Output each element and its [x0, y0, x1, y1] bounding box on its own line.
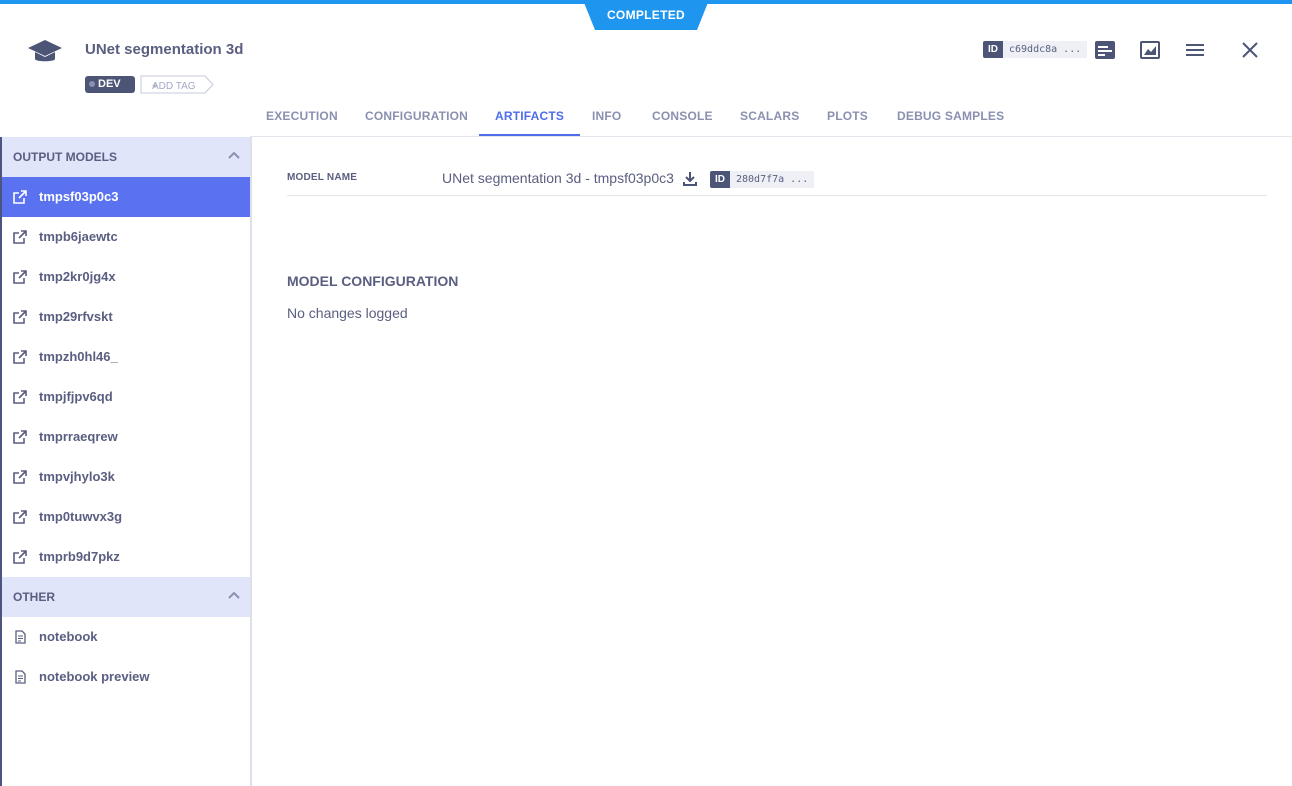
row-divider [287, 195, 1267, 196]
document-icon [15, 630, 26, 644]
tag-dev[interactable]: DEV [85, 76, 135, 93]
external-link-icon [13, 270, 27, 284]
sidebar-item-model[interactable]: tmpzh0hl46_ [2, 337, 250, 377]
external-link-icon [13, 230, 27, 244]
tab-scalars[interactable]: SCALARS [740, 102, 799, 136]
tab-configuration[interactable]: CONFIGURATION [365, 102, 468, 136]
model-name-label: MODEL NAME [287, 172, 358, 183]
task-id-badge[interactable]: ID c69ddc8a ... [983, 41, 1088, 58]
model-configuration-title: MODEL CONFIGURATION [287, 273, 459, 289]
tab-console[interactable]: CONSOLE [652, 102, 713, 136]
sidebar-item-model[interactable]: tmpb6jaewtc [2, 217, 250, 257]
chevron-up-icon [228, 151, 240, 159]
section-header-other[interactable]: OTHER [2, 577, 250, 617]
model-name-link[interactable]: UNet segmentation 3d - tmpsf03p0c3 [442, 170, 674, 186]
external-link-icon [13, 550, 27, 564]
sidebar-item-model[interactable]: tmp2kr0jg4x [2, 257, 250, 297]
document-icon [15, 670, 26, 684]
external-link-icon [13, 510, 27, 524]
tabs-divider [250, 136, 1292, 137]
tab-debug-samples[interactable]: DEBUG SAMPLES [897, 102, 1004, 136]
sidebar-item-model[interactable]: tmprraeqrew [2, 417, 250, 457]
menu-icon[interactable] [1183, 38, 1207, 62]
sidebar-item-model[interactable]: tmprb9d7pkz [2, 537, 250, 577]
external-link-icon [13, 470, 27, 484]
tab-execution[interactable]: EXECUTION [266, 102, 338, 136]
tab-info[interactable]: INFO [592, 102, 621, 136]
external-link-icon [13, 310, 27, 324]
artifacts-sidebar: OUTPUT MODELS tmpsf03p0c3 tmpb6jaewtc tm… [0, 137, 252, 786]
model-id-badge[interactable]: ID 280d7f7a ... [710, 171, 815, 188]
details-icon[interactable] [1093, 38, 1117, 62]
sidebar-item-notebook-preview[interactable]: notebook preview [2, 657, 250, 697]
status-badge: COMPLETED [583, 0, 709, 30]
sidebar-item-model[interactable]: tmp0tuwvx3g [2, 497, 250, 537]
external-link-icon [13, 350, 27, 364]
chevron-up-icon [228, 591, 240, 599]
sidebar-item-model[interactable]: tmpjfjpv6qd [2, 377, 250, 417]
close-icon[interactable] [1238, 38, 1262, 62]
sidebar-item-model[interactable]: tmp29rfvskt [2, 297, 250, 337]
section-header-output-models[interactable]: OUTPUT MODELS [2, 137, 250, 177]
external-link-icon [13, 190, 27, 204]
model-configuration-text: No changes logged [287, 305, 408, 321]
external-link-icon [13, 390, 27, 404]
add-tag-button[interactable]: + ADD TAG [140, 75, 215, 94]
tab-plots[interactable]: PLOTS [827, 102, 868, 136]
download-icon[interactable] [682, 171, 698, 187]
status-label: COMPLETED [606, 8, 686, 22]
sidebar-item-notebook[interactable]: notebook [2, 617, 250, 657]
page-title: UNet segmentation 3d [85, 41, 244, 58]
tab-artifacts[interactable]: ARTIFACTS [479, 102, 581, 136]
graduation-cap-icon [27, 36, 63, 66]
external-link-icon [13, 430, 27, 444]
sidebar-item-model[interactable]: tmpsf03p0c3 [2, 177, 250, 217]
sidebar-item-model[interactable]: tmpvjhylo3k [2, 457, 250, 497]
task-details-panel: COMPLETED UNet segmentation 3d DEV + ADD… [0, 0, 1292, 786]
chart-icon[interactable] [1138, 38, 1162, 62]
